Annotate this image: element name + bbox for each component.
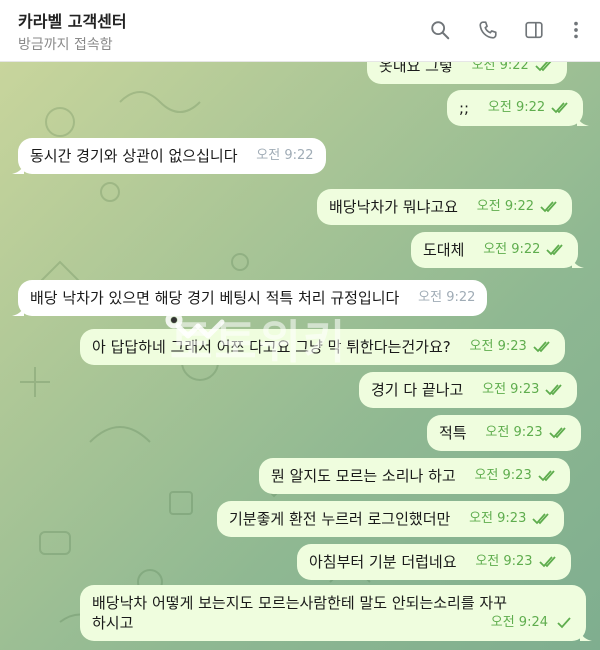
message-bubble-outgoing[interactable]: 배당낙차 어떻게 보는지도 모르는사람한테 말도 안되는소리를 자꾸 하시고 오…	[80, 585, 592, 641]
message-text-line-1: 배당낙차 어떻게 보는지도 모르는사람한테 말도 안되는소리를 자꾸	[92, 594, 508, 612]
message-time: 오전 9:23	[474, 468, 532, 483]
double-check-icon	[538, 470, 555, 482]
phone-icon[interactable]	[476, 18, 500, 42]
message-text: ;;	[459, 99, 470, 117]
bubble-tail	[12, 302, 24, 316]
bubble-tail	[12, 160, 24, 174]
message-time: 오전 9:23	[482, 382, 540, 397]
double-check-icon	[532, 513, 550, 525]
double-check-icon	[535, 62, 552, 72]
double-check-icon	[551, 102, 568, 114]
message-meta: 오전 9:22	[418, 288, 475, 308]
message-bubble-outgoing[interactable]: 도대체 오전 9:22	[411, 232, 585, 268]
message-bubble-outgoing[interactable]: 경기 다 끝나고 오전 9:23	[359, 372, 578, 408]
message-text: 배당낙차가 뭐냐고요	[329, 198, 458, 216]
message-text: 아침부터 기분 더럽네요	[309, 553, 457, 571]
message-time: 오전 9:22	[471, 62, 529, 73]
bubble-tail	[572, 254, 585, 268]
message-bubble-outgoing[interactable]: 배당낙차가 뭐냐고요 오전 9:22	[317, 189, 573, 225]
message-bubble-outgoing[interactable]: 아침부터 기분 더럽네요 오전 9:23	[297, 544, 571, 580]
bubble-tail	[580, 627, 592, 641]
chat-status: 방금까지 접속함	[18, 37, 113, 53]
message-text: 뭔 알지도 모르는 소리나 하고	[271, 467, 456, 485]
search-icon[interactable]	[428, 18, 452, 42]
message-meta: 오전 9:23	[482, 380, 565, 400]
message-time: 오전 9:23	[469, 511, 527, 526]
sidebar-toggle-icon[interactable]	[522, 18, 546, 42]
message-meta: 오전 9:23	[470, 337, 553, 357]
double-check-icon	[546, 244, 564, 256]
chat-header: 카라벨 고객센터 방금까지 접속함	[0, 0, 600, 62]
message-time: 오전 9:22	[256, 148, 314, 163]
message-text: 동시간 경기와 상관이 없으십니다	[30, 147, 238, 165]
message-bubble-outgoing[interactable]: 뭔 알지도 모르는 소리나 하고 오전 9:23	[259, 458, 570, 494]
message-meta: 오전 9:23	[485, 423, 568, 443]
message-bubble-outgoing[interactable]: 옷내요 그렇 오전 9:22	[367, 62, 567, 84]
double-check-icon	[538, 556, 556, 568]
message-bubble-incoming[interactable]: 동시간 경기와 상관이 없으십니다 오전 9:22	[12, 138, 326, 174]
message-text: 도대체	[423, 241, 465, 259]
more-vertical-icon[interactable]	[564, 18, 588, 42]
message-time: 오전 9:23	[475, 554, 533, 569]
message-time: 오전 9:22	[476, 199, 535, 214]
message-text: 옷내요 그렇	[379, 62, 453, 75]
watermark-text: 토토위키	[170, 315, 348, 369]
double-check-icon	[545, 384, 563, 396]
message-bubble-outgoing[interactable]: 기분좋게 환전 누르러 로그인했더만 오전 9:23	[217, 501, 565, 537]
message-meta: 오전 9:24	[491, 613, 574, 633]
message-meta: 오전 9:22	[472, 62, 555, 76]
double-check-icon	[533, 341, 550, 353]
chat-area[interactable]: 토토위키 옷내요 그렇 오전 9:22 ;; 오전 9:22 동시간 경기와 상…	[0, 62, 600, 650]
message-meta: 오전 9:23	[474, 466, 557, 486]
message-time: 오전 9:22	[483, 242, 541, 257]
message-text: 기분좋게 환전 누르러 로그인했더만	[229, 510, 451, 528]
message-meta: 오전 9:23	[469, 509, 552, 529]
message-meta: 오전 9:22	[488, 98, 571, 118]
message-meta: 오전 9:22	[256, 146, 313, 166]
bubble-tail	[577, 112, 590, 126]
double-check-icon	[549, 427, 566, 439]
message-time: 오전 9:23	[485, 425, 543, 440]
message-bubble-outgoing[interactable]: 적특 오전 9:23	[427, 415, 581, 451]
message-time: 오전 9:22	[487, 100, 546, 115]
double-check-icon	[540, 201, 557, 213]
single-check-icon	[557, 617, 571, 629]
message-meta: 오전 9:22	[483, 240, 566, 260]
message-time: 오전 9:23	[469, 339, 527, 354]
message-text: 배당 낙차가 있으면 해당 경기 베팅시 적특 처리 규정입니다	[30, 289, 400, 307]
message-text: 경기 다 끝나고	[371, 381, 464, 399]
message-time: 오전 9:22	[418, 290, 476, 305]
message-meta: 오전 9:23	[475, 552, 558, 572]
message-time: 오전 9:24	[490, 615, 548, 630]
message-text: 적특	[439, 424, 467, 442]
chat-title[interactable]: 카라벨 고객센터	[18, 8, 127, 32]
message-bubble-outgoing[interactable]: ;; 오전 9:22	[447, 90, 590, 126]
message-meta: 오전 9:22	[477, 197, 560, 217]
